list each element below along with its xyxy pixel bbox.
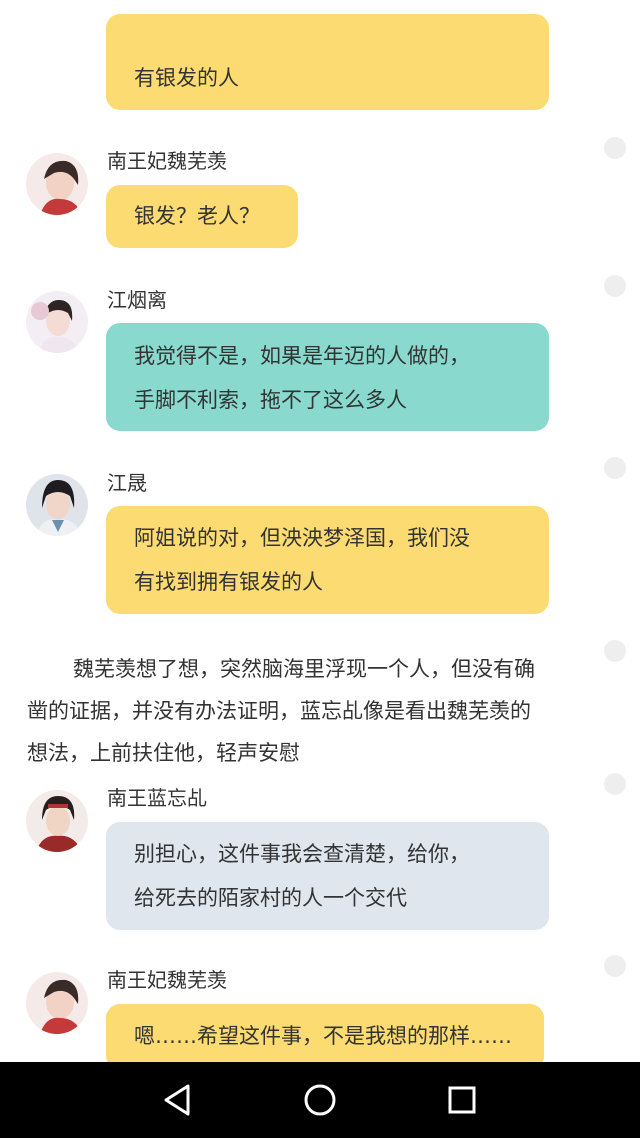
- message-line: 有银发的人: [134, 66, 239, 90]
- square-recents-icon: [448, 1086, 476, 1114]
- avatar[interactable]: [26, 474, 88, 536]
- home-button[interactable]: [300, 1080, 340, 1120]
- avatar[interactable]: [26, 291, 88, 353]
- message-bubble: 阿姐说的对，但泱泱梦泽国，我们没 有找到拥有银发的人: [106, 506, 549, 614]
- navigation-bar: [0, 1062, 640, 1138]
- message-bubble: 别担心，这件事我会查清楚，给你， 给死去的陌家村的人一个交代: [106, 822, 549, 930]
- recents-button[interactable]: [442, 1080, 482, 1120]
- narration-text: 魏芜羡想了想，突然脑海里浮现一个人，但没有确 凿的证据，并没有办法证明，蓝忘乩像…: [27, 648, 597, 774]
- message-line: 有找到拥有银发的人: [134, 570, 323, 594]
- narration-line: 凿的证据，并没有办法证明，蓝忘乩像是看出魏芜羡的: [27, 699, 531, 723]
- message-line: 我觉得不是，如果是年迈的人做的，: [134, 344, 470, 368]
- sender-name: 南王妃魏芜羡: [107, 149, 227, 173]
- status-dot: [604, 275, 626, 297]
- avatar[interactable]: [26, 153, 88, 215]
- message-line: 嗯……希望这件事，不是我想的那样……: [134, 1024, 512, 1048]
- message-line: 给死去的陌家村的人一个交代: [134, 886, 407, 910]
- circle-home-icon: [304, 1084, 336, 1116]
- message-bubble: 嗯……希望这件事，不是我想的那样……: [106, 1004, 544, 1062]
- status-dot: [604, 137, 626, 159]
- sender-name: 南王蓝忘乩: [107, 786, 207, 810]
- status-dot: [604, 640, 626, 662]
- message-line: [134, 14, 521, 58]
- sender-name: 江烟离: [107, 288, 167, 312]
- status-dot: [604, 457, 626, 479]
- chat-content[interactable]: 有银发的人 南王妃魏芜羡 银发？老人？ 江烟离 我觉得不是，如果是年迈的人做的，…: [0, 0, 640, 1062]
- triangle-back-icon: [164, 1084, 190, 1116]
- message-line: 别担心，这件事我会查清楚，给你，: [134, 842, 470, 866]
- status-dot: [604, 773, 626, 795]
- sender-name: 江晟: [107, 471, 147, 495]
- narration-line: 魏芜羡想了想，突然脑海里浮现一个人，但没有确: [73, 657, 535, 681]
- status-dot: [604, 955, 626, 977]
- back-button[interactable]: [158, 1080, 198, 1120]
- message-line: 银发？老人？: [134, 204, 260, 228]
- message-line: 手脚不利索，拖不了这么多人: [134, 388, 407, 412]
- message-bubble: 有银发的人: [106, 14, 549, 110]
- narration-line: 想法，上前扶住他，轻声安慰: [27, 741, 300, 765]
- sender-name: 南王妃魏芜羡: [107, 968, 227, 992]
- message-line: 阿姐说的对，但泱泱梦泽国，我们没: [134, 526, 470, 550]
- message-bubble: 银发？老人？: [106, 185, 298, 248]
- avatar[interactable]: [26, 972, 88, 1034]
- message-bubble: 我觉得不是，如果是年迈的人做的， 手脚不利索，拖不了这么多人: [106, 323, 549, 431]
- avatar[interactable]: [26, 790, 88, 852]
